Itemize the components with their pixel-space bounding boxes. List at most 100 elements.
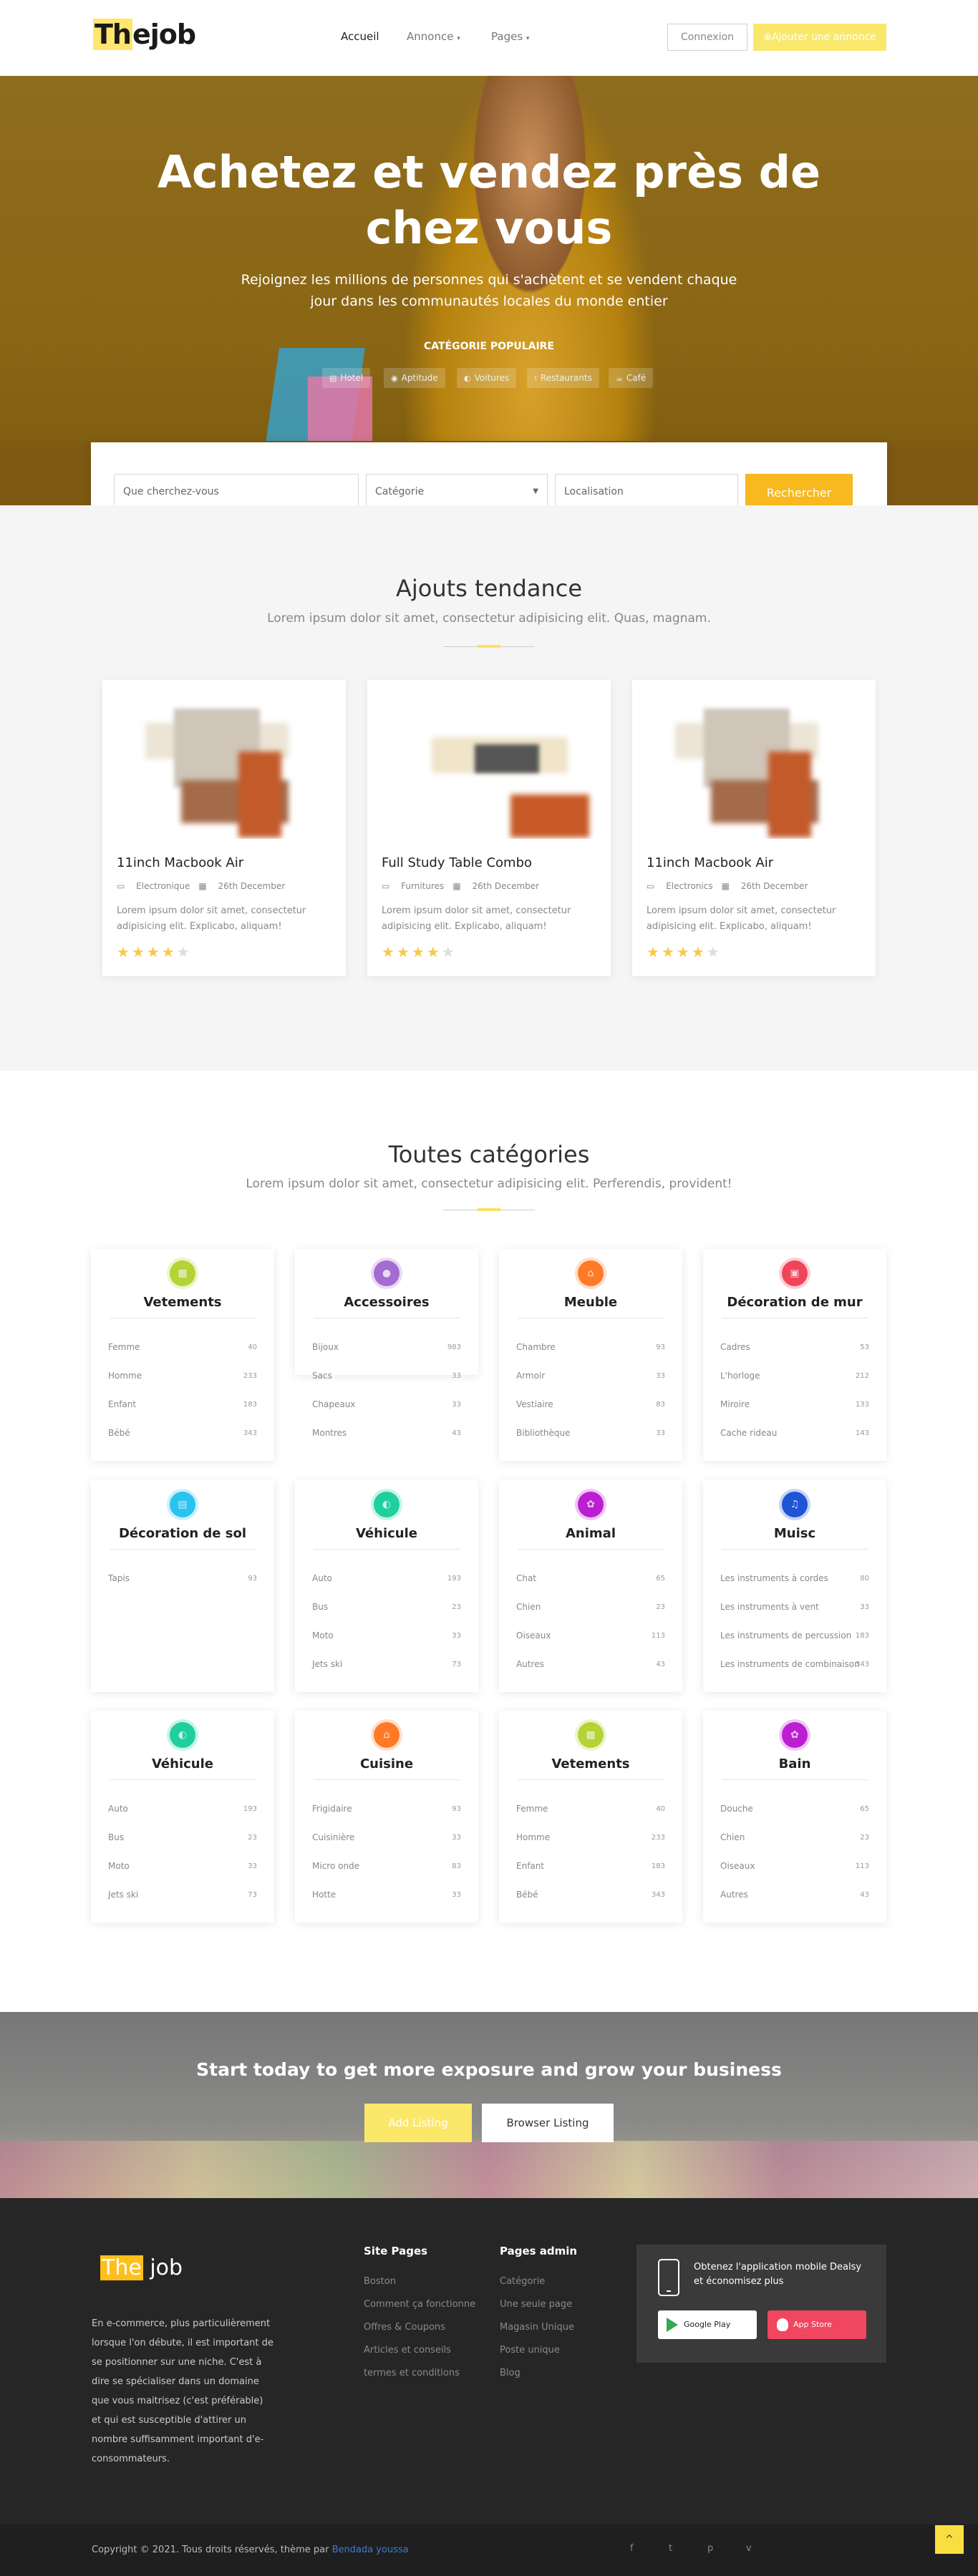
google-play-button[interactable]: Google Play [658, 2310, 757, 2339]
footer-link[interactable]: Une seule page [500, 2299, 572, 2310]
category-sub-item[interactable]: Chat 65 [516, 1573, 665, 1583]
category-sub-item[interactable]: Auto 193 [312, 1573, 461, 1583]
category-sub-item[interactable]: Chambre 93 [516, 1342, 665, 1352]
footer-link[interactable]: Comment ça fonctionne [364, 2299, 475, 2310]
category-name[interactable]: Cuisine [295, 1756, 478, 1771]
app-store-button[interactable]: App Store [768, 2310, 866, 2339]
category-sub-item[interactable]: Sacs 33 [312, 1371, 461, 1381]
category-sub-item[interactable]: Miroire 133 [720, 1399, 869, 1409]
nav-annonce[interactable]: Annonce ▾ [407, 30, 460, 43]
category-name[interactable]: Vetements [499, 1756, 682, 1771]
category-sub-item[interactable]: Auto 193 [108, 1804, 257, 1814]
category-sub-item[interactable]: Les instruments à cordes 80 [720, 1573, 869, 1583]
category-sub-item[interactable]: Moto 33 [312, 1630, 461, 1641]
category-sub-item[interactable]: Jets ski 73 [312, 1659, 461, 1669]
category-card[interactable]: ✿ Animal Chat 65 Chien 23 Oiseaux 113 Autres 43 [499, 1480, 682, 1692]
category-sub-item[interactable]: Bébé 343 [516, 1890, 665, 1900]
listing-card[interactable]: Full Study Table Combo ▭ Furnitures ▦ 26t… [367, 680, 611, 976]
category-card[interactable]: ⌂ Cuisine Frigidaire 93 Cuisinière 33 Micro on… [295, 1711, 478, 1923]
category-sub-item[interactable]: Les instruments de percussion 183 [720, 1630, 869, 1641]
category-select[interactable]: Catégorie ▼ [366, 474, 548, 510]
category-sub-item[interactable]: Chapeaux 33 [312, 1399, 461, 1409]
category-sub-item[interactable]: Enfant 183 [516, 1861, 665, 1871]
back-to-top-button[interactable]: ^ [935, 2525, 964, 2554]
category-sub-item[interactable]: Moto 33 [108, 1861, 257, 1871]
category-sub-item[interactable]: Oiseaux 113 [720, 1861, 869, 1871]
category-card[interactable]: ◐ Véhicule Auto 193 Bus 23 Moto 33 Jets ski 73 [91, 1711, 274, 1923]
category-sub-item[interactable]: Autres 43 [720, 1890, 869, 1900]
login-button[interactable]: Connexion [667, 24, 747, 51]
category-card[interactable]: ▩ Vetements Femme 40 Homme 233 Enfant 183 Bébé 34… [91, 1249, 274, 1461]
category-name[interactable]: Véhicule [91, 1756, 274, 1771]
category-sub-item[interactable]: Bibliothèque 33 [516, 1428, 665, 1438]
category-sub-item[interactable]: Tapis 93 [108, 1573, 257, 1583]
category-name[interactable]: Véhicule [295, 1526, 478, 1541]
footer-link[interactable]: Offres & Coupons [364, 2322, 445, 2333]
category-sub-item[interactable]: Bijoux 983 [312, 1342, 461, 1352]
category-sub-item[interactable]: Vestiaire 83 [516, 1399, 665, 1409]
category-sub-item[interactable]: Homme 233 [108, 1371, 257, 1381]
twitter-icon[interactable]: t [669, 2543, 672, 2554]
category-sub-item[interactable]: Cuisinière 33 [312, 1832, 461, 1842]
category-card[interactable]: ⌂ Meuble Chambre 93 Armoir 33 Vestiaire 83 Bibli… [499, 1249, 682, 1461]
category-card[interactable]: ▩ Vetements Femme 40 Homme 233 Enfant 183 Bébé 34… [499, 1711, 682, 1923]
category-sub-item[interactable]: Micro onde 83 [312, 1861, 461, 1871]
category-sub-item[interactable]: Femme 40 [108, 1342, 257, 1352]
category-name[interactable]: Décoration de sol [91, 1526, 274, 1541]
footer-link[interactable]: termes et conditions [364, 2368, 460, 2378]
category-sub-item[interactable]: Homme 233 [516, 1832, 665, 1842]
category-sub-item[interactable]: Les instruments de combinaison 343 [720, 1659, 869, 1669]
category-sub-item[interactable]: Chien 23 [516, 1602, 665, 1612]
chip-restaurants[interactable]: ♮ Restaurants [527, 368, 599, 388]
category-card[interactable]: ◐ Véhicule Auto 193 Bus 23 Moto 33 Jets ski 73 [295, 1480, 478, 1692]
listing-card[interactable]: 11inch Macbook Air ▭ Electronique ▦ 26th … [102, 680, 346, 976]
category-card[interactable]: ▣ Décoration de mur Cadres 53 L'horloge 212 Mi… [703, 1249, 886, 1461]
category-name[interactable]: Décoration de mur [703, 1295, 886, 1310]
category-sub-item[interactable]: Enfant 183 [108, 1399, 257, 1409]
category-sub-item[interactable]: Cadres 53 [720, 1342, 869, 1352]
category-sub-item[interactable]: Les instruments à vent 33 [720, 1602, 869, 1612]
keyword-input[interactable]: Que cherchez-vous [114, 474, 359, 510]
category-sub-item[interactable]: Bus 23 [108, 1832, 257, 1842]
add-listing-button[interactable]: ⊕Ajouter une annonce [753, 24, 886, 51]
category-sub-item[interactable]: Bus 23 [312, 1602, 461, 1612]
listing-card[interactable]: 11inch Macbook Air ▭ Electronics ▦ 26th D… [632, 680, 876, 976]
listing-title[interactable]: Full Study Table Combo [382, 855, 532, 870]
footer-link[interactable]: Poste unique [500, 2345, 560, 2356]
listing-title[interactable]: 11inch Macbook Air [647, 855, 773, 870]
author-link[interactable]: Bendada youssa [332, 2545, 409, 2555]
footer-link[interactable]: Articles et conseils [364, 2345, 451, 2356]
category-sub-item[interactable]: Hotte 33 [312, 1890, 461, 1900]
category-sub-item[interactable]: Autres 43 [516, 1659, 665, 1669]
category-sub-item[interactable]: Jets ski 73 [108, 1890, 257, 1900]
category-card[interactable]: ♫ Muisc Les instruments à cordes 80 Les inst… [703, 1480, 886, 1692]
listing-category[interactable]: Furnitures [401, 881, 444, 891]
category-name[interactable]: Accessoires [295, 1295, 478, 1310]
category-sub-item[interactable]: Oiseaux 113 [516, 1630, 665, 1641]
category-sub-item[interactable]: Douche 65 [720, 1804, 869, 1814]
category-sub-item[interactable]: Frigidaire 93 [312, 1804, 461, 1814]
footer-link[interactable]: Catégorie [500, 2276, 545, 2287]
category-name[interactable]: Meuble [499, 1295, 682, 1310]
logo[interactable]: Thejob [93, 19, 196, 56]
chip-aptitude[interactable]: ◉ Aptitude [384, 368, 445, 388]
vimeo-icon[interactable]: v [746, 2543, 752, 2554]
listing-category[interactable]: Electronics [666, 881, 712, 891]
category-card[interactable]: ▤ Décoration de sol Tapis 93 [91, 1480, 274, 1692]
facebook-icon[interactable]: f [630, 2543, 634, 2554]
category-sub-item[interactable]: Chien 23 [720, 1832, 869, 1842]
category-sub-item[interactable]: Bébé 343 [108, 1428, 257, 1438]
category-name[interactable]: Muisc [703, 1526, 886, 1541]
add-listing-cta-button[interactable]: Add Listing [364, 2104, 472, 2142]
chip-cafe[interactable]: ☕ Café [609, 368, 654, 388]
footer-link[interactable]: Magasin Unique [500, 2322, 574, 2333]
category-card[interactable]: ✿ Bain Douche 65 Chien 23 Oiseaux 113 Autres 43 [703, 1711, 886, 1923]
browse-listing-button[interactable]: Browser Listing [482, 2104, 614, 2142]
category-sub-item[interactable]: Montres 43 [312, 1428, 461, 1438]
category-sub-item[interactable]: Femme 40 [516, 1804, 665, 1814]
category-sub-item[interactable]: Armoir 33 [516, 1371, 665, 1381]
nav-pages[interactable]: Pages ▾ [491, 30, 529, 43]
category-name[interactable]: Vetements [91, 1295, 274, 1310]
listing-category[interactable]: Electronique [136, 881, 190, 891]
listing-title[interactable]: 11inch Macbook Air [117, 855, 243, 870]
